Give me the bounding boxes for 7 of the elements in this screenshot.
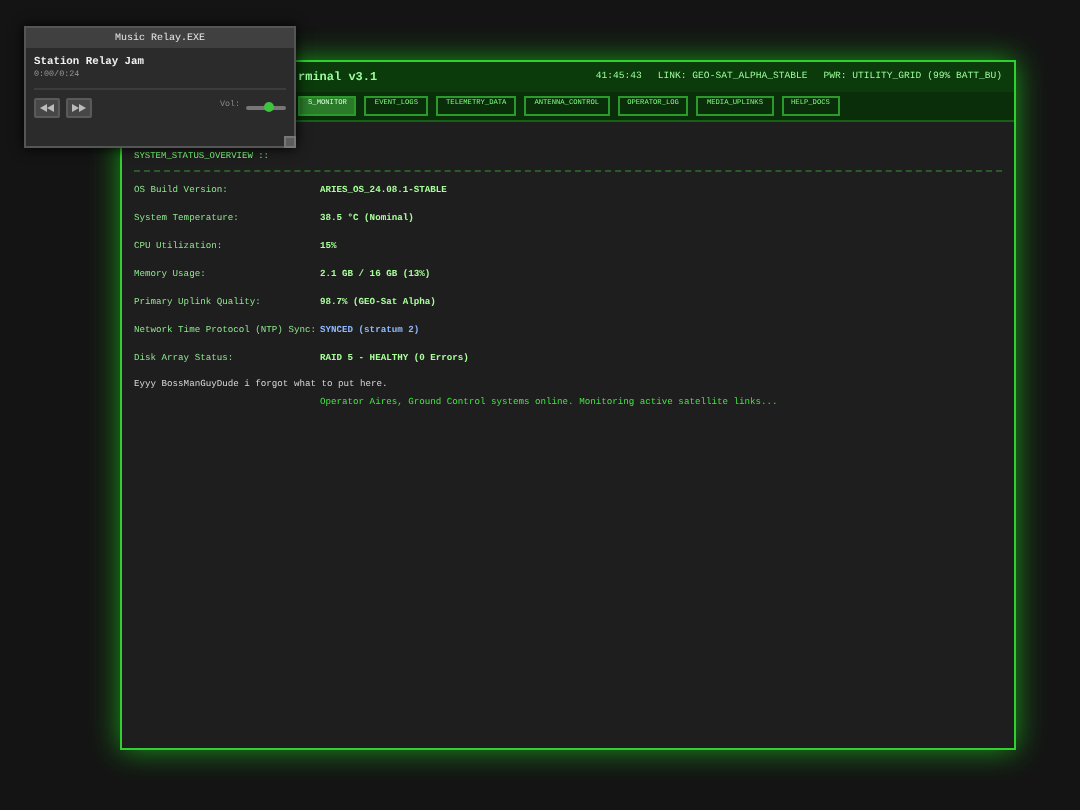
fast-forward-button[interactable] [66, 97, 92, 118]
rewind-icon [40, 103, 54, 112]
slider-thumb[interactable] [263, 101, 273, 112]
rewind-button[interactable] [34, 97, 60, 118]
volume-slider[interactable] [246, 105, 286, 110]
fast-forward-icon [72, 103, 86, 112]
resize-handle[interactable] [284, 136, 296, 148]
